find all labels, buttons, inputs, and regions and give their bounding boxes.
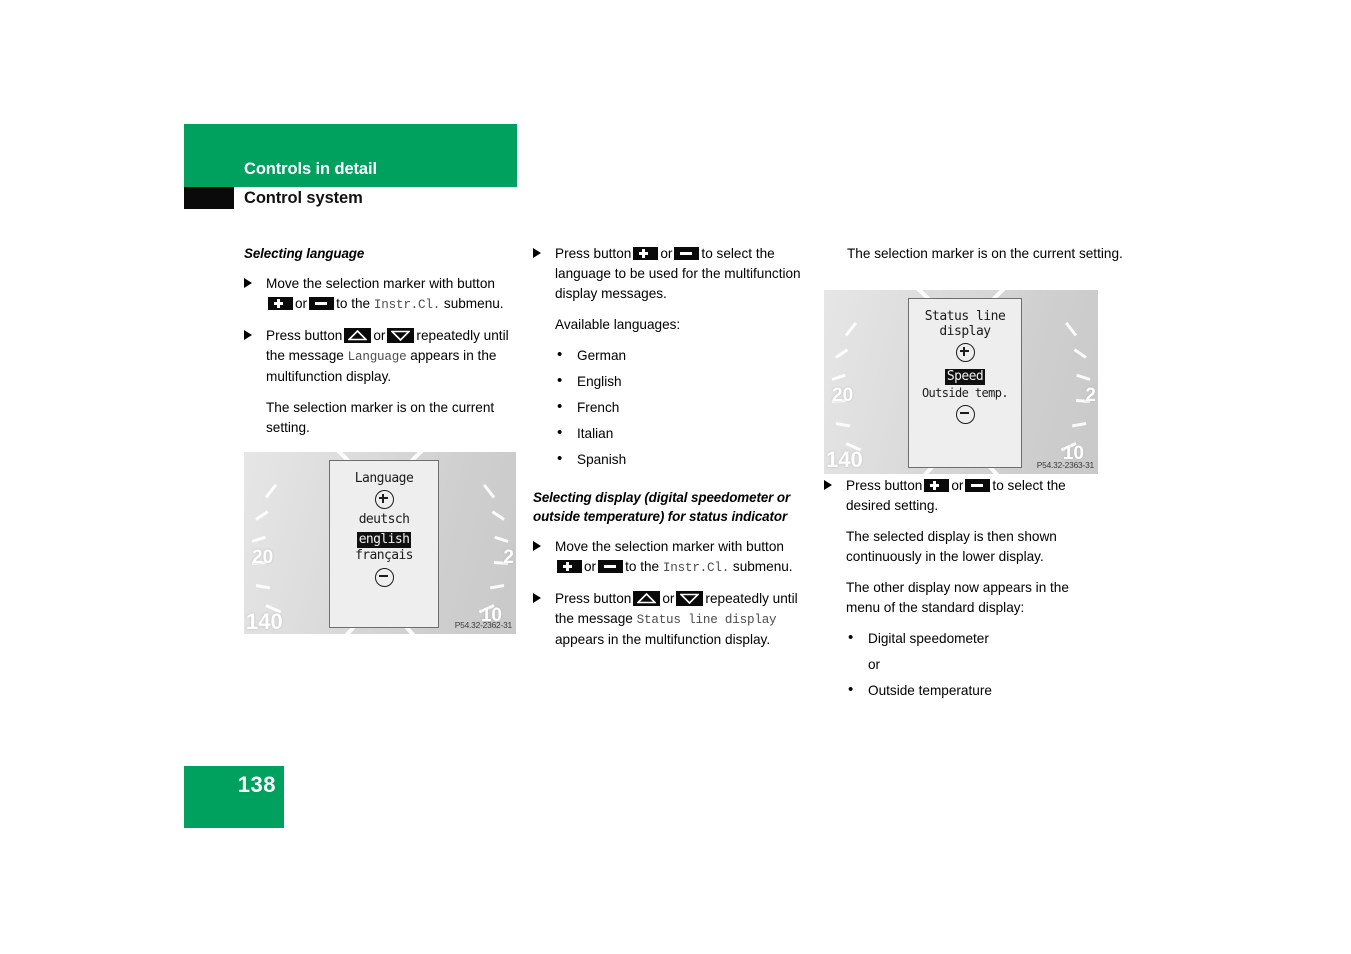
step-arrow-icon — [244, 277, 253, 288]
step-arrow-icon — [824, 479, 833, 490]
list-item: English — [555, 371, 809, 392]
circle-plus-icon — [955, 343, 975, 362]
lcd-title-display: display — [939, 324, 991, 339]
figure-caption: P54.32-2363-31 — [1036, 460, 1094, 470]
step-press-button-desired-setting: Press button or to select the desired sett… — [824, 476, 1100, 516]
chapter-header-band: Controls in detail — [184, 124, 517, 187]
figure-language-display: 20 140 2 10 Language deutsch english fra… — [244, 452, 516, 634]
figure-status-line-display: 20 140 2 10 Status line display Speed Ou… — [824, 290, 1098, 474]
step-text-part-a: Press button — [846, 478, 923, 493]
gauge-number-20: 20 — [252, 547, 274, 568]
note-selection-marker: The selection marker is on the current s… — [266, 400, 495, 435]
plus-button-icon — [633, 247, 659, 260]
list-item: French — [555, 397, 809, 418]
lcd-option-english-selected: english — [356, 532, 412, 548]
list-item: Outside temperature — [846, 680, 1100, 701]
display-code-status-line-display: Status line display — [636, 613, 777, 627]
step-arrow-icon — [244, 329, 253, 340]
note-other-display-menu: The other display now appears in the men… — [846, 580, 1069, 615]
circle-minus-icon — [955, 405, 975, 424]
circle-minus-icon — [374, 568, 394, 587]
step-text-or: or — [660, 246, 673, 261]
note-selected-display-shown: The selected display is then shown conti… — [846, 529, 1057, 564]
minus-button-icon — [965, 479, 991, 492]
step-arrow-icon — [533, 540, 542, 551]
list-item: Digital speedometer — [846, 628, 1100, 649]
down-arrow-button-icon — [387, 328, 415, 343]
step-text-part-a: Press button — [266, 328, 343, 343]
section-title: Control system — [244, 189, 363, 207]
available-languages-label: Available languages: — [555, 317, 681, 332]
available-languages-list: German English French Italian Spanish — [533, 345, 809, 470]
step-text-or: or — [662, 591, 675, 606]
step-press-button-until-status-line: Press button or repeatedly until the messa… — [533, 589, 809, 650]
up-arrow-button-icon — [344, 328, 372, 343]
subhead-selecting-display: Selecting display (digital speedometer o… — [533, 490, 791, 524]
note-selection-marker-current: The selection marker is on the current s… — [847, 246, 1123, 261]
figure-caption: P54.32-2362-31 — [454, 620, 512, 630]
lcd-option-outside-temp: Outside temp. — [921, 386, 1009, 400]
lcd-option-francais: français — [355, 548, 413, 563]
up-arrow-button-icon — [633, 591, 661, 606]
column-middle: Press button or to select the language to … — [533, 244, 809, 661]
lcd-option-deutsch: deutsch — [358, 512, 410, 527]
circle-plus-icon — [374, 490, 394, 509]
step-press-button-select-language: Press button or to select the language to … — [533, 244, 809, 304]
step-arrow-icon — [533, 247, 542, 258]
step-text-or: or — [951, 478, 964, 493]
column-right: The selection marker is on the current s… — [847, 244, 1123, 275]
plus-button-icon — [924, 479, 950, 492]
step-press-button-until-language: Press button or repeatedly until the messa… — [244, 326, 520, 387]
subhead-selecting-language: Selecting language — [244, 246, 365, 261]
column-left: Selecting language Move the selection ma… — [244, 244, 520, 449]
gauge-number-140: 140 — [826, 447, 863, 472]
lcd-option-speed-selected: Speed — [944, 369, 986, 385]
step-arrow-icon — [533, 592, 542, 603]
display-code-instr-cl: Instr.Cl. — [373, 298, 441, 312]
section-marker-block — [184, 187, 234, 209]
display-code-language: Language — [347, 350, 407, 364]
step-text-or: or — [295, 296, 308, 311]
step-text-part-a: Move the selection marker with button — [266, 276, 495, 291]
step-text-part-b: to the — [625, 559, 660, 574]
gauge-number-20: 20 — [832, 385, 854, 406]
page-number-block: 138 — [184, 766, 284, 828]
step-text-or: or — [584, 559, 597, 574]
lcd-title-language: Language — [354, 471, 414, 486]
list-item: Spanish — [555, 449, 809, 470]
step-text-part-a: Press button — [555, 591, 632, 606]
page-number: 138 — [237, 772, 276, 797]
chapter-title: Controls in detail — [244, 160, 377, 178]
list-item: German — [555, 345, 809, 366]
gauge-number-140: 140 — [246, 609, 283, 634]
step-text-part-a: Move the selection marker with button — [555, 539, 784, 554]
step-text-part-c: appears in the multifunction display. — [555, 632, 771, 647]
multifunction-display-panel: Language deutsch english français — [329, 460, 439, 628]
step-text-part-c: submenu. — [443, 296, 504, 311]
list-item: Italian — [555, 423, 809, 444]
display-code-instr-cl: Instr.Cl. — [662, 561, 730, 575]
column-right-lower: Press button or to select the desired sett… — [824, 476, 1100, 712]
step-move-selection-marker: Move the selection marker with button or t… — [244, 274, 520, 315]
step-move-selection-marker-2: Move the selection marker with button or t… — [533, 537, 809, 578]
step-text-or: or — [373, 328, 386, 343]
gauge-number-2: 2 — [503, 547, 514, 568]
step-text-part-a: Press button — [555, 246, 632, 261]
minus-button-icon — [598, 560, 624, 573]
lcd-title-status-line: Status line — [924, 309, 1006, 324]
down-arrow-button-icon — [676, 591, 704, 606]
plus-button-icon — [268, 297, 293, 310]
step-text-part-c: submenu. — [732, 559, 793, 574]
list-item-or: or — [868, 657, 881, 672]
step-text-part-b: to the — [336, 296, 371, 311]
multifunction-display-panel: Status line display Speed Outside temp. — [908, 298, 1022, 468]
gauge-number-2: 2 — [1085, 385, 1096, 406]
minus-button-icon — [309, 297, 335, 310]
status-display-options-list: Digital speedometer or Outside temperatu… — [824, 628, 1100, 701]
plus-button-icon — [557, 560, 582, 573]
minus-button-icon — [674, 247, 700, 260]
